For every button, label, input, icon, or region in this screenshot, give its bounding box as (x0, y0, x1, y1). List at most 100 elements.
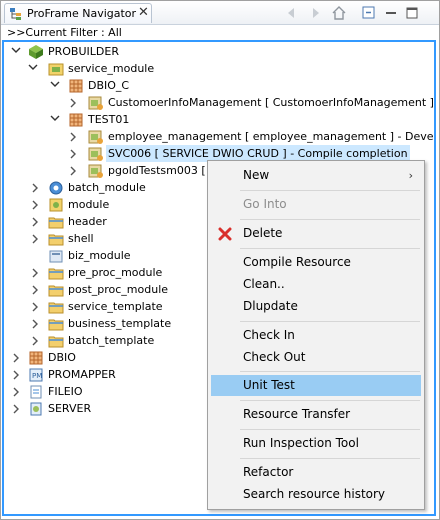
chevron-right-icon[interactable] (32, 332, 42, 349)
chevron-right-icon[interactable] (32, 196, 42, 213)
grid-package-icon (68, 78, 84, 94)
maximize-icon[interactable] (404, 5, 420, 21)
menu-item-clean[interactable]: Clean.. (211, 274, 421, 295)
menu-item-label: Check In (243, 328, 295, 342)
navigator-icon (9, 7, 23, 21)
view-title-bar: ProFrame Navigator ✕ (1, 1, 439, 25)
folder-icon (48, 333, 64, 349)
menu-item-label: Resource Transfer (243, 407, 351, 421)
tree-item-label: pgoldTestsm003 [ OR (108, 164, 210, 177)
tree-item-label: batch_template (68, 334, 155, 347)
tree-item-header[interactable]: header (4, 213, 210, 230)
chevron-right-icon[interactable] (70, 162, 80, 179)
delete-icon (218, 227, 232, 241)
tree-item-dbio-c[interactable]: DBIO_C (4, 77, 434, 94)
chevron-down-icon[interactable] (50, 77, 60, 94)
menu-item-label: Search resource history (243, 487, 386, 501)
tree-item-batch-template[interactable]: batch_template (4, 332, 210, 349)
tree-item-customoerinfomanagement[interactable]: CustomoerInfoManagement [ CustomoerInfoM… (4, 94, 434, 111)
chevron-right-icon[interactable] (13, 349, 23, 366)
tree-item-shell[interactable]: shell (4, 230, 210, 247)
menu-separator (240, 371, 420, 372)
resource-icon (88, 95, 104, 111)
context-menu: New › Go Into Delete Compile Resource Cl… (207, 160, 425, 510)
chevron-right-icon[interactable] (32, 213, 42, 230)
chevron-right-icon[interactable] (32, 230, 42, 247)
chevron-right-icon[interactable] (13, 383, 23, 400)
chevron-right-icon: › (408, 169, 413, 182)
chevron-right-icon[interactable] (32, 281, 42, 298)
tree-item-batch-module[interactable]: batch_module (4, 179, 210, 196)
resource-icon (88, 163, 104, 179)
tab-title: ProFrame Navigator (27, 7, 137, 20)
menu-item-search-resource-history[interactable]: Search resource history (211, 484, 421, 505)
chevron-right-icon[interactable] (32, 264, 42, 281)
tree-item-label: shell (68, 232, 94, 245)
menu-item-label: Dlupdate (243, 299, 298, 313)
tree-item-business-template[interactable]: business_template (4, 315, 210, 332)
menu-item-compile-resource[interactable]: Compile Resource (211, 252, 421, 273)
chevron-right-icon[interactable] (70, 128, 80, 145)
menu-item-label: Delete (243, 226, 283, 240)
menu-item-new[interactable]: New › (211, 165, 421, 186)
collapse-all-icon[interactable] (361, 5, 377, 21)
tree-item-pgoldtestsm003[interactable]: pgoldTestsm003 [ OR (4, 162, 210, 179)
tree-item-module[interactable]: module (4, 196, 210, 213)
menu-item-delete[interactable]: Delete (211, 223, 421, 244)
menu-item-check-out[interactable]: Check Out (211, 347, 421, 368)
chevron-down-icon[interactable] (11, 43, 21, 60)
tree-item-label: FILEIO (48, 385, 83, 398)
tree-item-label: DBIO (48, 351, 76, 364)
close-icon[interactable]: ✕ (138, 5, 149, 20)
menu-item-label: New (243, 168, 270, 182)
menu-item-check-in[interactable]: Check In (211, 325, 421, 346)
menu-item-refactor[interactable]: Refactor (211, 462, 421, 483)
chevron-down-icon[interactable] (28, 60, 38, 77)
tree-item-label: PROMAPPER (48, 368, 116, 381)
folder-icon (48, 214, 64, 230)
tree-item-promapper[interactable]: PM PROMAPPER (4, 366, 210, 383)
tree-item-post-proc-module[interactable]: post_proc_module (4, 281, 210, 298)
chevron-right-icon[interactable] (13, 366, 23, 383)
tab-proframe-navigator[interactable]: ProFrame Navigator ✕ (4, 3, 152, 23)
tree-item-probuilder[interactable]: PROBUILDER (4, 43, 434, 60)
resource-icon (88, 129, 104, 145)
project-icon (28, 44, 44, 60)
chevron-right-icon[interactable] (32, 179, 42, 196)
menu-item-dlupdate[interactable]: Dlupdate (211, 296, 421, 317)
menu-item-resource-transfer[interactable]: Resource Transfer (211, 404, 421, 425)
tree-item-service-module[interactable]: service_module (4, 60, 434, 77)
tree-item-employee-management[interactable]: employee_management [ employee_managemen… (4, 128, 434, 145)
menu-separator (240, 321, 420, 322)
menu-item-run-inspection-tool[interactable]: Run Inspection Tool (211, 433, 421, 454)
menu-separator (240, 429, 420, 430)
menu-separator (240, 219, 420, 220)
tree-item-biz-module[interactable]: biz_module (4, 247, 210, 264)
back-icon[interactable] (284, 5, 300, 21)
tree-item-label: biz_module (68, 249, 131, 262)
tree-item-test01[interactable]: TEST01 (4, 111, 434, 128)
tree-item-label: batch_module (68, 181, 146, 194)
menu-item-go-into[interactable]: Go Into (211, 194, 421, 215)
module-icon (48, 197, 64, 213)
chevron-right-icon[interactable] (32, 298, 42, 315)
tree-item-label: CustomoerInfoManagement [ CustomoerInfoM… (108, 96, 434, 109)
chevron-right-icon[interactable] (13, 400, 23, 417)
forward-icon[interactable] (307, 5, 323, 21)
tree-item-pre-proc-module[interactable]: pre_proc_module (4, 264, 210, 281)
home-icon[interactable] (331, 5, 347, 21)
menu-item-unit-test[interactable]: Unit Test (211, 375, 421, 396)
tree-item-fileio[interactable]: FILEIO (4, 383, 210, 400)
chevron-right-icon[interactable] (70, 94, 80, 111)
tree-item-service-template[interactable]: service_template (4, 298, 210, 315)
tree-item-dbio[interactable]: DBIO (4, 349, 210, 366)
tree-item-label: DBIO_C (88, 79, 130, 92)
folder-icon (48, 231, 64, 247)
chevron-down-icon[interactable] (50, 111, 60, 128)
chevron-right-icon[interactable] (32, 315, 42, 332)
chevron-right-icon[interactable] (70, 145, 80, 162)
menu-item-label: Clean.. (243, 277, 285, 291)
svg-text:PM: PM (32, 372, 42, 380)
tree-item-server[interactable]: SERVER (4, 400, 210, 417)
minimize-icon[interactable] (383, 5, 399, 21)
